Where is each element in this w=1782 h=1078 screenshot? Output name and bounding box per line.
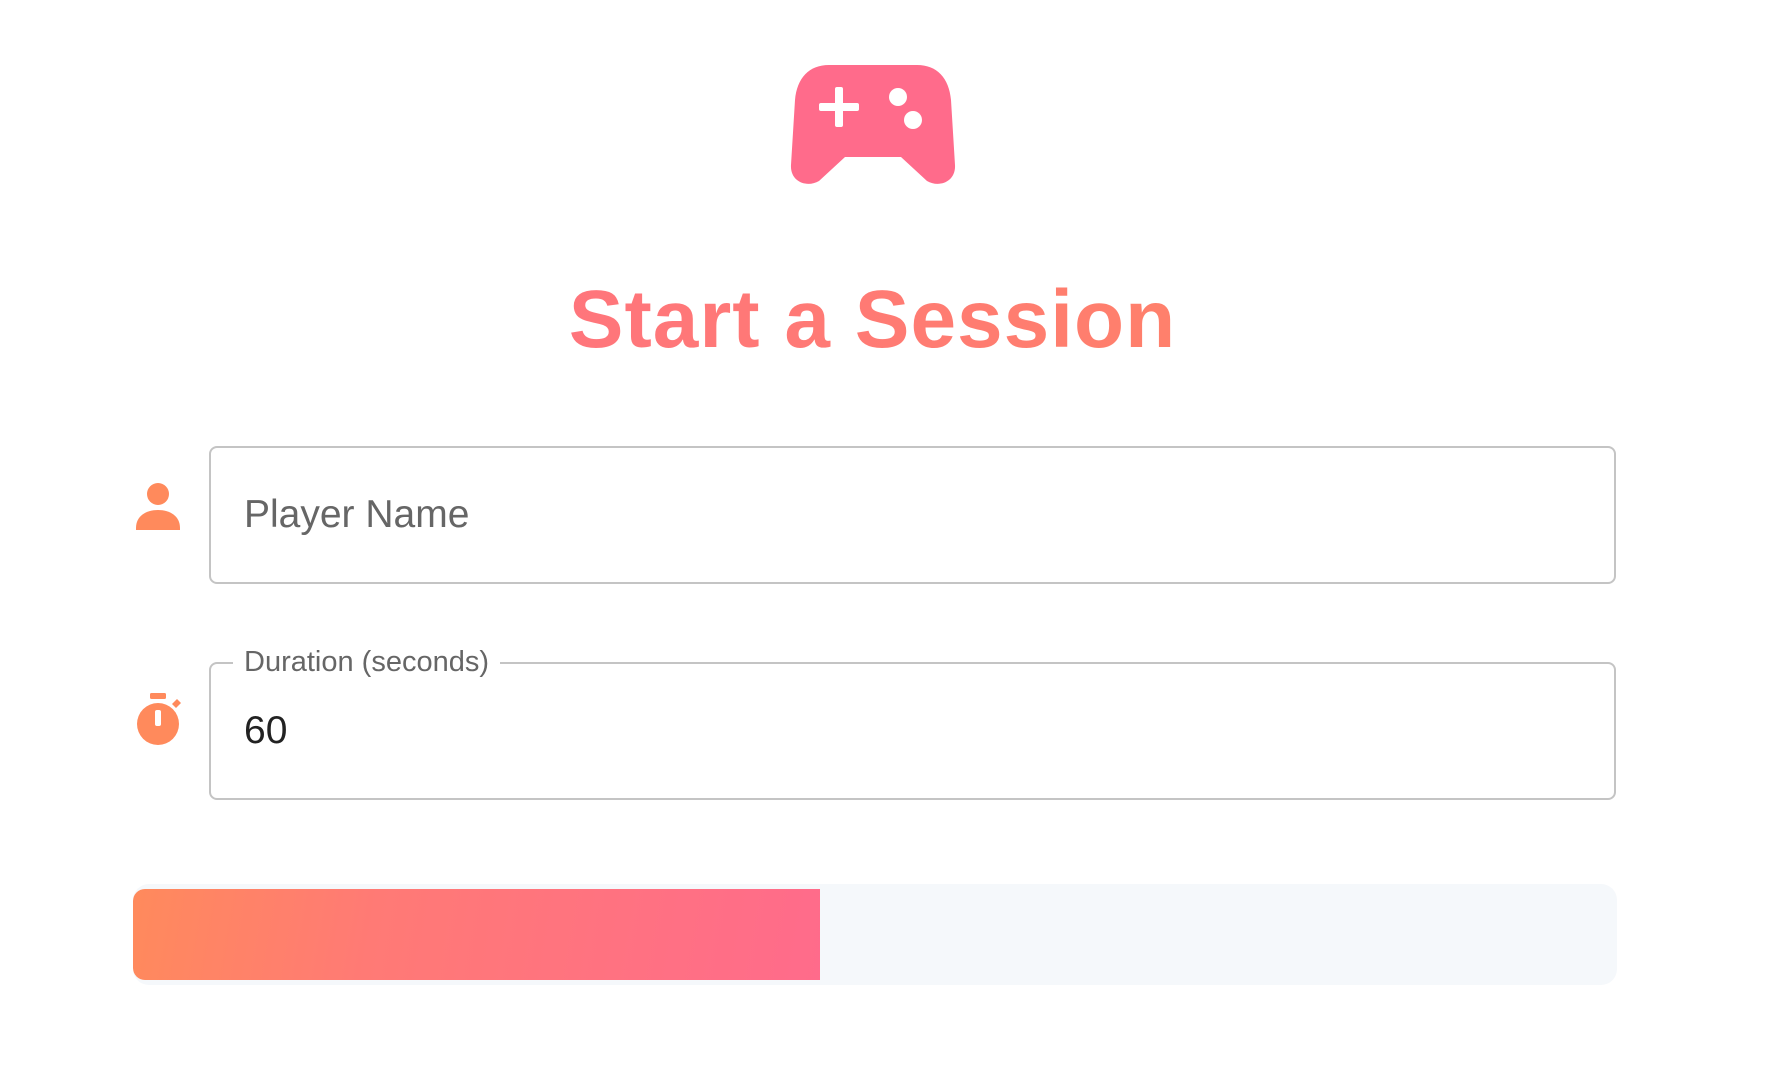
player-name-input[interactable] xyxy=(244,448,1564,582)
person-icon xyxy=(136,483,180,530)
stopwatch-icon xyxy=(137,693,181,745)
page-title: Start a Session xyxy=(0,270,1745,370)
player-name-field[interactable] xyxy=(209,446,1616,584)
progress-bar-fill xyxy=(133,889,820,980)
duration-field[interactable]: Duration (seconds) xyxy=(209,642,1616,800)
duration-input[interactable] xyxy=(244,664,1564,798)
progress-bar xyxy=(133,884,1617,985)
session-page: Start a Session Duration (seconds) xyxy=(0,0,1782,1078)
gamepad-icon xyxy=(790,65,956,184)
